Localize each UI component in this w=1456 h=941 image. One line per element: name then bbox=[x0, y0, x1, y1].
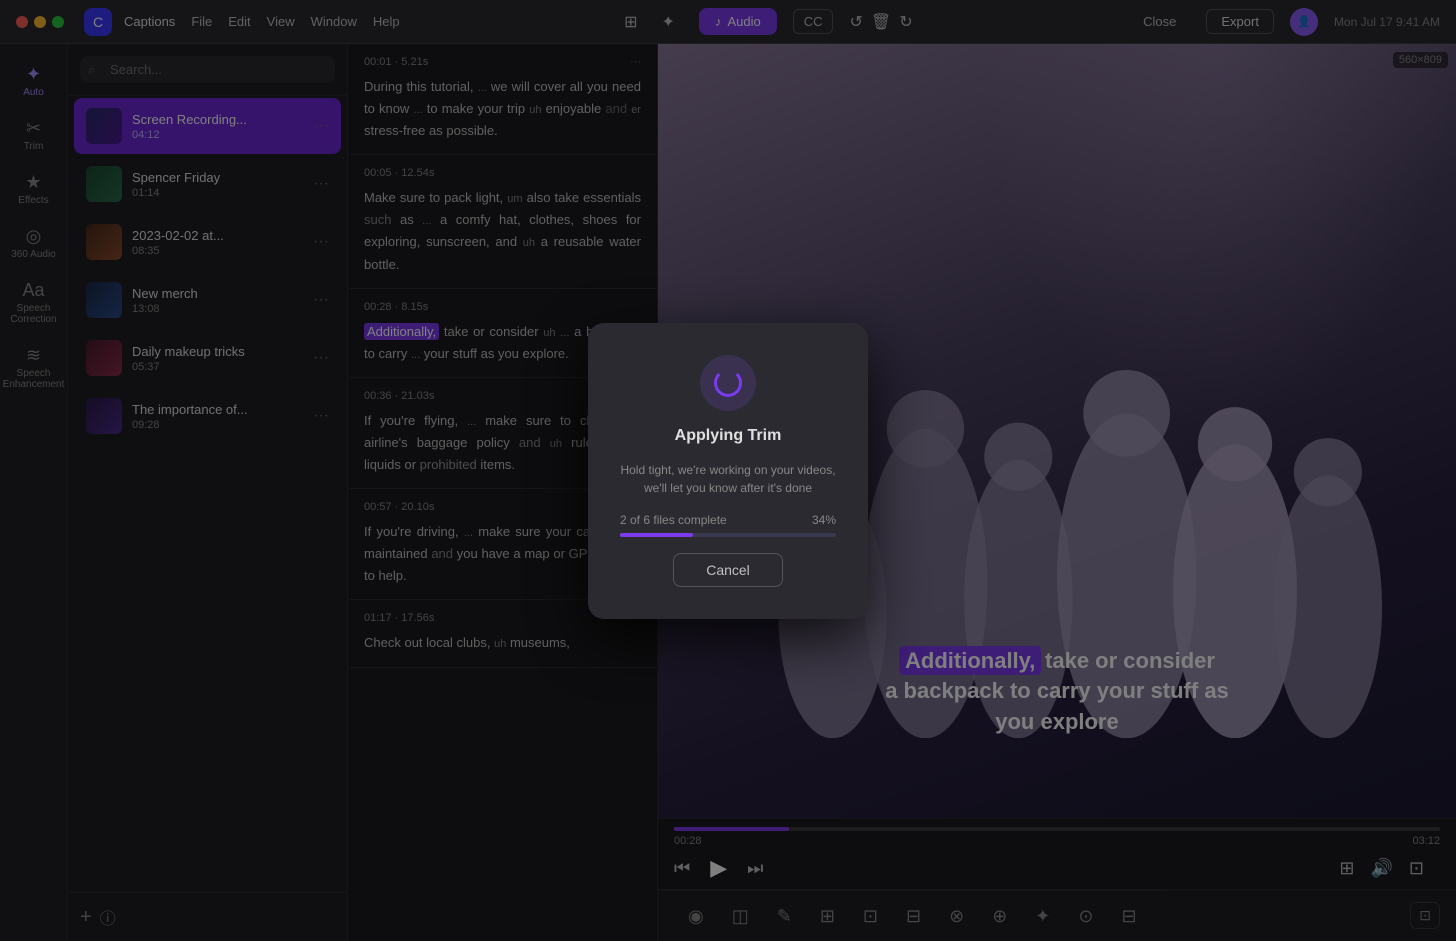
modal-title: Applying Trim bbox=[675, 427, 782, 445]
spinner-animation bbox=[714, 369, 742, 397]
modal-progress-row: 2 of 6 files complete 34% bbox=[620, 513, 836, 527]
modal-overlay: Applying Trim Hold tight, we're working … bbox=[0, 0, 1456, 941]
modal-progress-fill bbox=[620, 533, 693, 537]
modal-subtitle: Hold tight, we're working on your videos… bbox=[620, 461, 836, 497]
modal-spinner bbox=[700, 355, 756, 411]
modal-progress-bar bbox=[620, 533, 836, 537]
progress-percent: 34% bbox=[812, 513, 836, 527]
cancel-button[interactable]: Cancel bbox=[673, 553, 783, 587]
modal-progress-wrap: 2 of 6 files complete 34% bbox=[620, 513, 836, 537]
progress-text: 2 of 6 files complete bbox=[620, 513, 727, 527]
applying-trim-modal: Applying Trim Hold tight, we're working … bbox=[588, 323, 868, 619]
